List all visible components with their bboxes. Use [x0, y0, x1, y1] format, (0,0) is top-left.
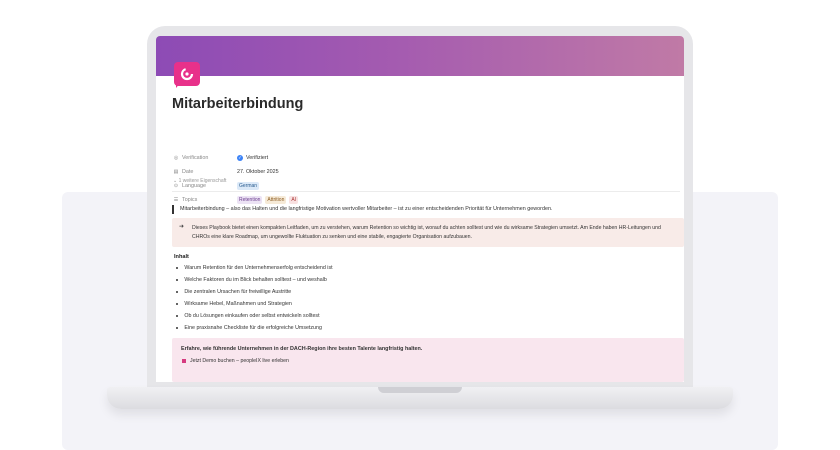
- link-square-icon: [182, 359, 186, 363]
- toc-item[interactable]: Welche Faktoren du im Blick behalten sol…: [176, 274, 333, 286]
- toc-item-label: Wirksame Hebel, Maßnahmen und Strategien: [184, 301, 292, 307]
- property-verification[interactable]: ◎ Verification ✓ Verifiziert: [173, 152, 268, 163]
- toc-item-label: Warum Retention für den Unternehmenserfo…: [184, 265, 333, 271]
- demo-link-label: Jetzt Demo buchen – peopleIX live erlebe…: [190, 358, 289, 364]
- callout-block: ➜ Dieses Playbook bietet einen kompakten…: [172, 218, 684, 247]
- topic-tag-retention: Retention: [237, 195, 263, 204]
- bullet-icon: [176, 314, 179, 318]
- cta-block: Erfahre, wie führende Unternehmen in der…: [172, 338, 684, 382]
- language-tag: German: [237, 181, 260, 190]
- toc-item-label: Die zentralen Ursachen für freiwillige A…: [184, 289, 292, 295]
- topic-tag-ai: AI: [289, 195, 299, 204]
- toc-item[interactable]: Die zentralen Ursachen für freiwillige A…: [176, 286, 333, 298]
- chevron-down-icon: ⌄: [173, 178, 178, 184]
- bullet-icon: [176, 266, 179, 270]
- toc-item[interactable]: Eine praxisnahe Checkliste für die erfol…: [176, 322, 333, 334]
- toc-item-label: Eine praxisnahe Checkliste für die erfol…: [184, 325, 322, 331]
- property-key: Date: [182, 168, 194, 175]
- divider: [172, 191, 680, 192]
- intro-quote: Mitarbeiterbindung – also das Halten und…: [172, 205, 552, 214]
- toc-heading: Inhalt: [174, 254, 189, 260]
- topic-tag-attrition: Attrition: [265, 195, 287, 204]
- more-properties-label: 1 weitere Eigenschaft: [178, 178, 227, 184]
- bullet-icon: [176, 278, 179, 282]
- laptop-screen: Mitarbeiterbindung ◎ Verification ✓ Verifi…: [156, 36, 684, 382]
- demo-link[interactable]: Jetzt Demo buchen – peopleIX live erlebe…: [182, 358, 289, 364]
- toc-item[interactable]: Warum Retention für den Unternehmenserfo…: [176, 262, 333, 274]
- toc-item-label: Ob du Lösungen einkaufen oder selbst ent…: [184, 313, 320, 319]
- property-topics[interactable]: ☰ Topics Retention Attrition AI: [173, 194, 301, 205]
- property-value: Verifiziert: [246, 154, 269, 161]
- bullet-icon: [176, 326, 179, 330]
- property-value: 27. Oktober 2025: [237, 168, 279, 175]
- verified-check-icon: ✓: [237, 154, 243, 161]
- logo-tail: [176, 82, 181, 88]
- calendar-icon: ▤: [173, 168, 179, 175]
- bullet-icon: [176, 290, 179, 294]
- toc-item[interactable]: Ob du Lösungen einkaufen oder selbst ent…: [176, 310, 333, 322]
- bullet-icon: [176, 302, 179, 306]
- callout-text: Dieses Playbook bietet einen kompakten L…: [192, 225, 661, 240]
- property-key: Topics: [182, 196, 198, 203]
- verification-icon: ◎: [173, 154, 179, 161]
- cta-text: Erfahre, wie führende Unternehmen in der…: [181, 346, 423, 352]
- toc-item-label: Welche Faktoren du im Blick behalten sol…: [184, 277, 327, 283]
- page-title: Mitarbeiterbindung: [172, 96, 304, 112]
- toc-list: Warum Retention für den Unternehmenserfo…: [176, 262, 333, 334]
- arrow-right-icon: ➜: [179, 224, 185, 230]
- laptop-notch: [378, 387, 462, 393]
- property-date[interactable]: ▤ Date 27. Oktober 2025: [173, 166, 279, 177]
- property-key: Verification: [182, 154, 209, 161]
- more-properties-toggle[interactable]: ⌄ 1 weitere Eigenschaft: [173, 178, 226, 184]
- list-icon: ☰: [173, 196, 179, 203]
- page-cover: [156, 36, 684, 76]
- toc-item[interactable]: Wirksame Hebel, Maßnahmen und Strategien: [176, 298, 333, 310]
